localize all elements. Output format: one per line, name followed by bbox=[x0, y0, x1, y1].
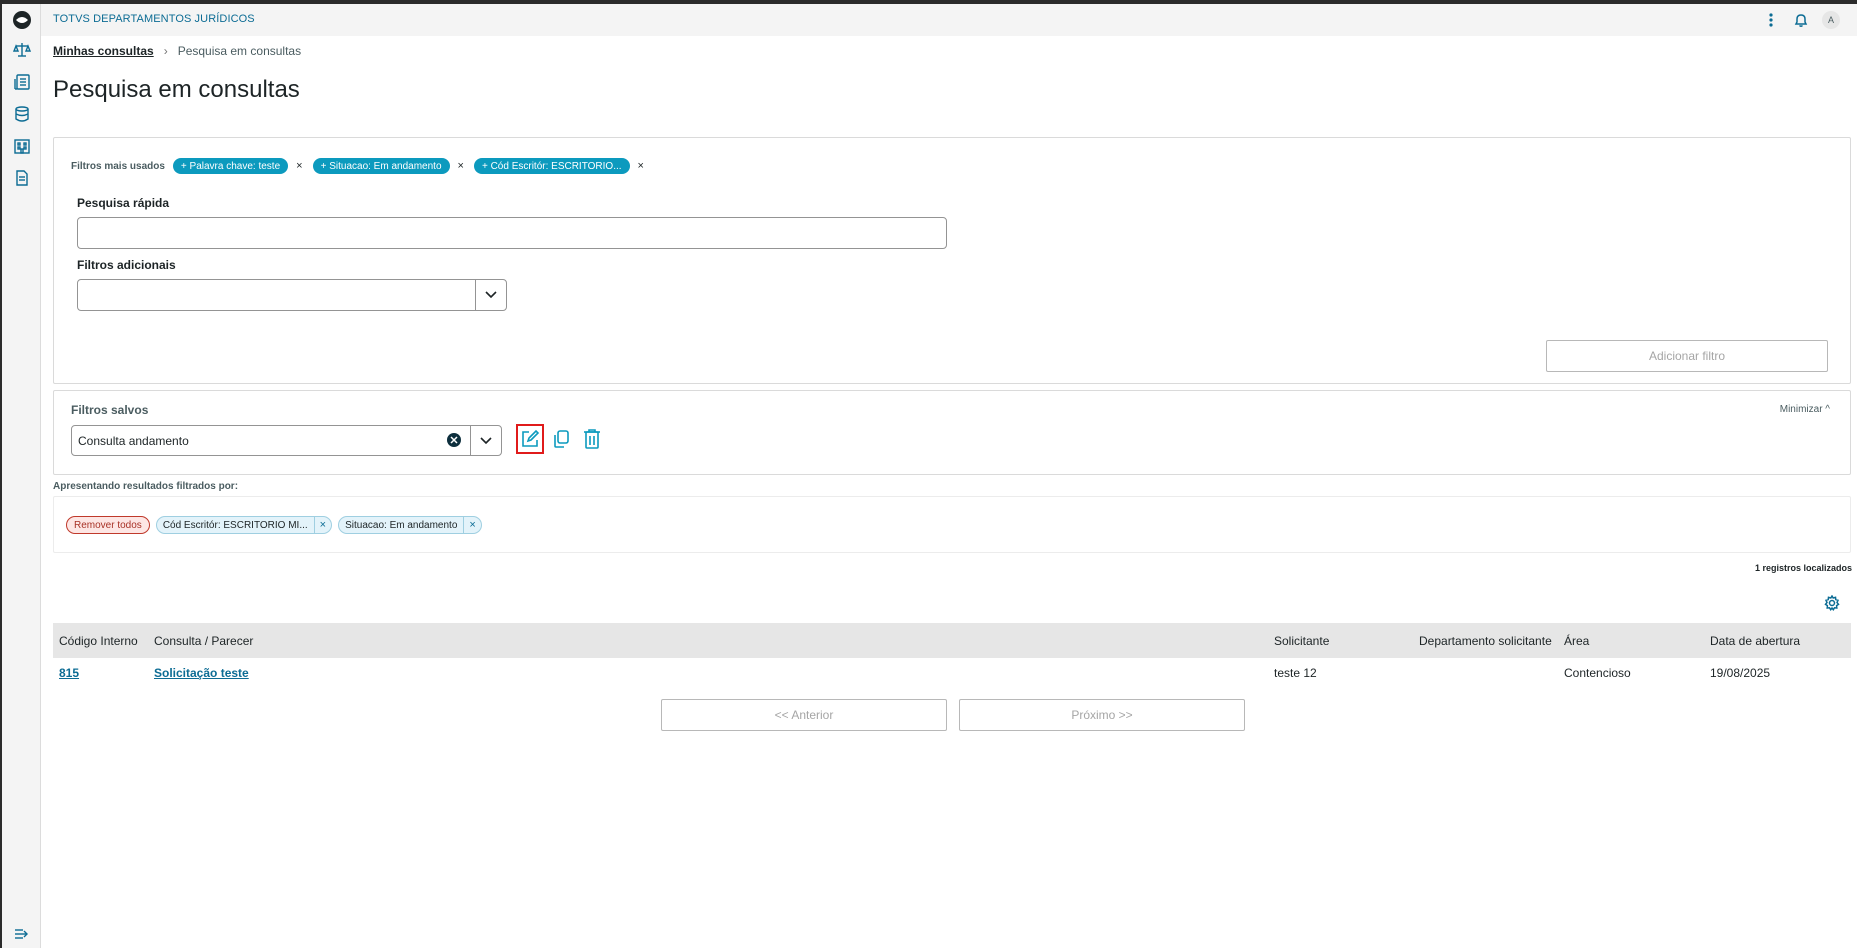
app-title: TOTVS DEPARTAMENTOS JURÍDICOS bbox=[53, 13, 255, 25]
more-options-icon[interactable] bbox=[1759, 8, 1783, 32]
filter-chip-office-close-icon[interactable]: × bbox=[638, 160, 644, 172]
table-row: 815 Solicitação teste teste 12 Contencio… bbox=[53, 658, 1851, 688]
document-icon[interactable] bbox=[10, 166, 34, 190]
clear-selection-icon[interactable] bbox=[447, 433, 461, 447]
additional-filters-select[interactable] bbox=[77, 279, 507, 311]
next-page-button[interactable]: Próximo >> bbox=[959, 699, 1245, 731]
scales-icon[interactable] bbox=[10, 38, 34, 62]
applied-filter-office-label: Cód Escritór: ESCRITORIO MI... bbox=[162, 519, 308, 531]
edit-filter-icon[interactable] bbox=[516, 424, 544, 454]
most-used-filters: Filtros mais usados + Palavra chave: tes… bbox=[71, 158, 654, 174]
column-header-data-abertura[interactable]: Data de abertura bbox=[1704, 623, 1851, 658]
results-count: 1 registros localizados bbox=[1754, 563, 1852, 573]
row-area: Contencioso bbox=[1564, 666, 1631, 680]
column-header-consulta[interactable]: Consulta / Parecer bbox=[148, 623, 1268, 658]
additional-filters-label: Filtros adicionais bbox=[77, 258, 176, 272]
collapse-menu-icon[interactable] bbox=[10, 922, 34, 946]
applied-filter-status-label: Situacao: Em andamento bbox=[345, 519, 458, 531]
minimize-button[interactable]: Minimizar ^ bbox=[1780, 404, 1830, 415]
saved-filter-select[interactable]: Consulta andamento bbox=[71, 425, 502, 456]
applied-filter-status-close-icon[interactable]: × bbox=[463, 517, 480, 533]
chevron-down-icon bbox=[485, 291, 497, 299]
row-consulta-link[interactable]: Solicitação teste bbox=[154, 666, 249, 680]
breadcrumb-link-minhas-consultas[interactable]: Minhas consultas bbox=[53, 44, 154, 58]
filter-chip-status-close-icon[interactable]: × bbox=[458, 160, 464, 172]
remove-all-button[interactable]: Remover todos bbox=[66, 516, 150, 534]
row-departamento bbox=[1413, 658, 1558, 688]
trash-icon[interactable] bbox=[578, 424, 606, 454]
bell-icon[interactable] bbox=[1789, 8, 1813, 32]
dashboard-icon[interactable] bbox=[10, 70, 34, 94]
applied-filters-list: Remover todos Cód Escritór: ESCRITORIO M… bbox=[66, 516, 482, 534]
breadcrumb: Minhas consultas › Pesquisa em consultas bbox=[53, 44, 301, 58]
avatar-initial: A bbox=[1822, 11, 1840, 29]
logo-icon[interactable] bbox=[10, 8, 34, 32]
quick-search-label: Pesquisa rápida bbox=[77, 196, 170, 210]
filter-chip-office[interactable]: + Cód Escritór: ESCRITORIO... bbox=[473, 158, 630, 174]
sidebar bbox=[0, 4, 41, 948]
row-codigo-link[interactable]: 815 bbox=[59, 666, 79, 680]
filter-chip-keyword[interactable]: + Palavra chave: teste bbox=[172, 158, 289, 174]
filter-chip-status[interactable]: + Situacao: Em andamento bbox=[312, 158, 450, 174]
breadcrumb-current: Pesquisa em consultas bbox=[177, 44, 302, 58]
filtered-by-label: Apresentando resultados filtrados por: bbox=[53, 481, 239, 492]
add-filter-button[interactable]: Adicionar filtro bbox=[1546, 340, 1828, 372]
saved-filters-label: Filtros salvos bbox=[71, 403, 149, 417]
column-header-departamento[interactable]: Departamento solicitante bbox=[1413, 623, 1558, 658]
most-used-filters-label: Filtros mais usados bbox=[71, 160, 165, 172]
applied-filter-office: Cód Escritór: ESCRITORIO MI... × bbox=[155, 516, 333, 534]
saved-filter-value: Consulta andamento bbox=[78, 434, 189, 448]
column-header-solicitante[interactable]: Solicitante bbox=[1268, 623, 1413, 658]
database-icon[interactable] bbox=[10, 102, 34, 126]
chevron-down-icon bbox=[480, 436, 492, 444]
breadcrumb-chevron-icon: › bbox=[163, 44, 168, 58]
page-title: Pesquisa em consultas bbox=[53, 76, 300, 103]
filters-panel: Filtros mais usados + Palavra chave: tes… bbox=[53, 137, 1851, 384]
applied-filter-office-close-icon[interactable]: × bbox=[313, 517, 331, 533]
table-header-row: Código Interno Consulta / Parecer Solici… bbox=[53, 623, 1851, 658]
copy-filter-icon[interactable] bbox=[547, 424, 575, 454]
saved-filters-panel: Filtros salvos Minimizar ^ Consulta anda… bbox=[53, 390, 1851, 475]
applied-filters-panel: Remover todos Cód Escritór: ESCRITORIO M… bbox=[53, 496, 1851, 553]
building-icon[interactable] bbox=[10, 134, 34, 158]
applied-filter-status: Situacao: Em andamento × bbox=[338, 516, 482, 534]
column-header-area[interactable]: Área bbox=[1558, 623, 1704, 658]
filter-chip-keyword-close-icon[interactable]: × bbox=[296, 160, 302, 172]
results-table: Código Interno Consulta / Parecer Solici… bbox=[53, 623, 1851, 688]
avatar[interactable]: A bbox=[1819, 8, 1843, 32]
quick-search-input[interactable] bbox=[77, 217, 947, 249]
additional-filters-dropdown-button[interactable] bbox=[475, 280, 506, 310]
top-header: TOTVS DEPARTAMENTOS JURÍDICOS A bbox=[41, 4, 1857, 36]
table-settings-gear-icon[interactable] bbox=[1822, 593, 1842, 613]
column-header-codigo[interactable]: Código Interno bbox=[53, 623, 148, 658]
previous-page-button[interactable]: << Anterior bbox=[661, 699, 947, 731]
saved-filter-dropdown-button[interactable] bbox=[470, 426, 501, 455]
row-solicitante: teste 12 bbox=[1274, 666, 1317, 680]
row-data-abertura: 19/08/2025 bbox=[1710, 666, 1771, 680]
